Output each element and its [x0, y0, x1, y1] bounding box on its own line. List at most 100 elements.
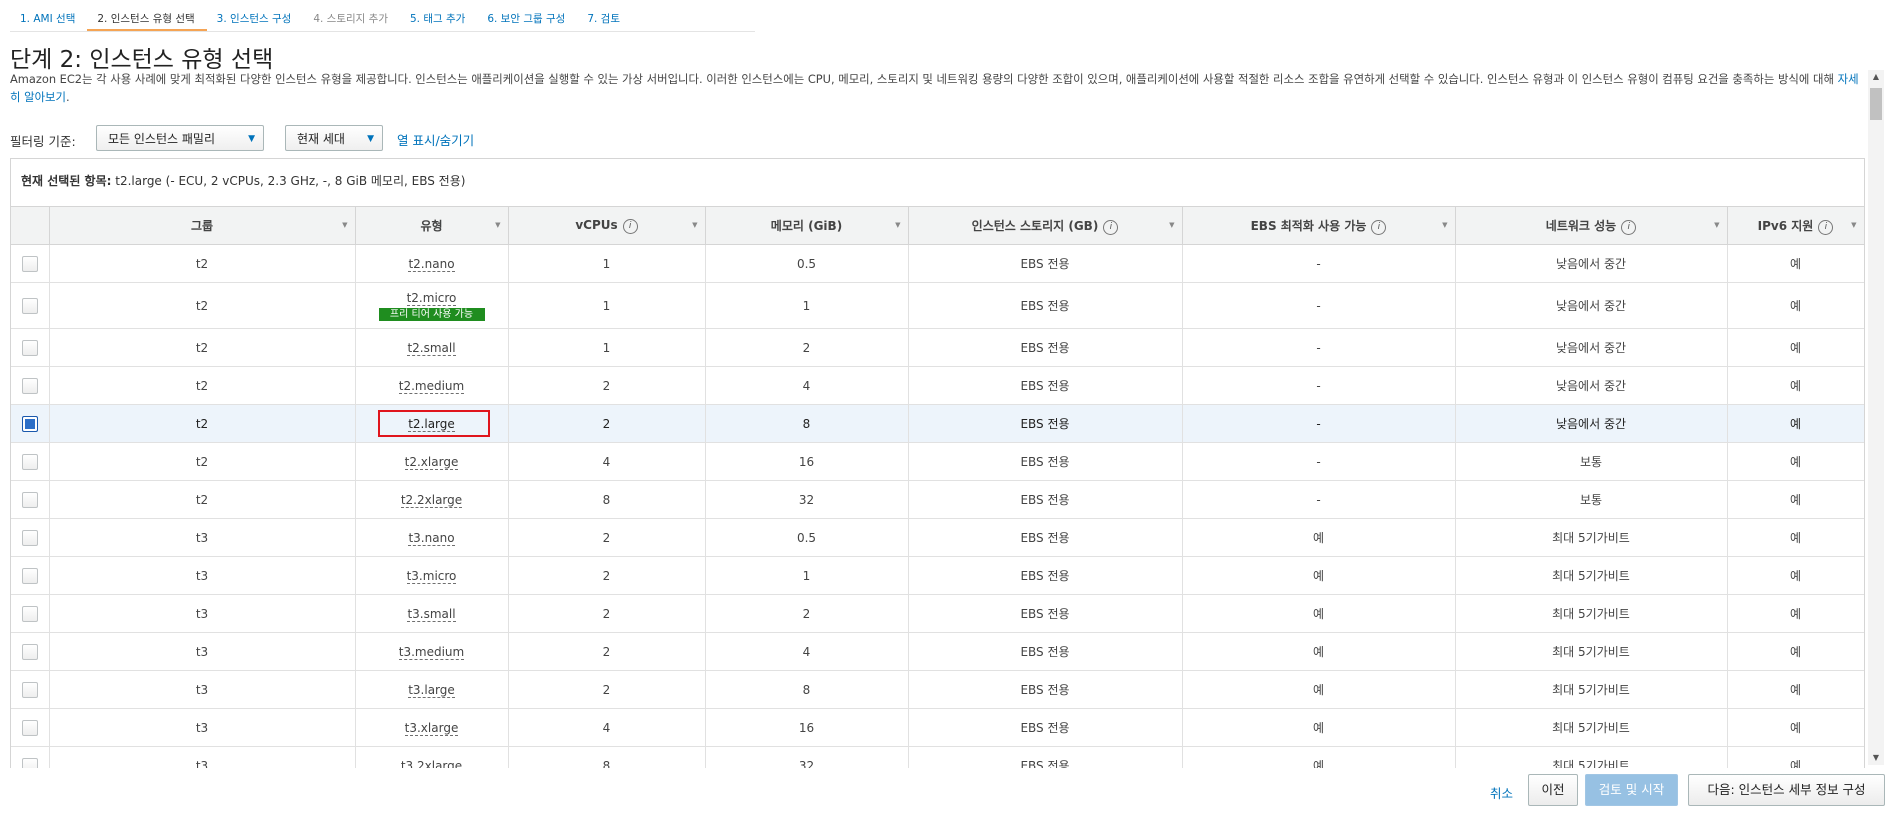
instance-type-name[interactable]: t3.xlarge	[404, 720, 459, 736]
row-checkbox[interactable]	[21, 491, 38, 508]
instance-type-name[interactable]: t2.medium	[398, 378, 465, 394]
cell-group: t3	[49, 632, 356, 671]
cell-type: t3.nano	[355, 518, 509, 557]
table-row[interactable]: t3 t3.nano 2 0.5 EBS 전용 예 최대 5기가비트 예	[11, 518, 1864, 557]
row-checkbox[interactable]	[21, 255, 38, 272]
cancel-link[interactable]: 취소	[1490, 783, 1513, 802]
row-checkbox[interactable]	[21, 415, 38, 432]
cell-ebs: -	[1182, 282, 1456, 329]
page-scrollbar[interactable]: ▲ ▼	[1868, 70, 1884, 765]
table-row[interactable]: t2 t2.medium 2 4 EBS 전용 - 낮음에서 중간 예	[11, 366, 1864, 405]
instance-type-name[interactable]: t2.small	[407, 340, 456, 356]
instance-family-select[interactable]: 모든 인스턴스 패밀리 ▼	[96, 125, 264, 151]
step-add-tags[interactable]: 5. 태그 추가	[400, 8, 477, 32]
column-header-network[interactable]: 네트워크 성능 i ▼	[1455, 207, 1728, 245]
table-row[interactable]: t3 t3.micro 2 1 EBS 전용 예 최대 5기가비트 예	[11, 556, 1864, 595]
row-checkbox[interactable]	[21, 339, 38, 356]
instance-type-name[interactable]: t3.large	[408, 682, 455, 698]
cell-storage: EBS 전용	[908, 480, 1183, 519]
table-row[interactable]: t3 t3.medium 2 4 EBS 전용 예 최대 5기가비트 예	[11, 632, 1864, 671]
cell-vcpus: 1	[508, 244, 706, 283]
table-row[interactable]: t2 t2.nano 1 0.5 EBS 전용 - 낮음에서 중간 예	[11, 244, 1864, 283]
info-icon[interactable]: i	[1818, 219, 1834, 235]
info-icon[interactable]: i	[1371, 219, 1387, 235]
sort-icon[interactable]: ▼	[692, 221, 697, 229]
info-icon[interactable]: i	[622, 218, 638, 234]
column-header-ipv6[interactable]: IPv6 지원 i ▼	[1727, 207, 1864, 245]
step-add-storage[interactable]: 4. 스토리지 추가	[303, 8, 400, 32]
cell-vcpus: 2	[508, 556, 706, 595]
sort-icon[interactable]: ▼	[1169, 221, 1174, 229]
info-icon[interactable]: i	[1621, 219, 1637, 235]
step-security-group[interactable]: 6. 보안 그룹 구성	[477, 8, 577, 32]
table-row[interactable]: t3 t3.small 2 2 EBS 전용 예 최대 5기가비트 예	[11, 594, 1864, 633]
table-row[interactable]: t3 t3.xlarge 4 16 EBS 전용 예 최대 5기가비트 예	[11, 708, 1864, 747]
previous-button[interactable]: 이전	[1528, 774, 1578, 806]
instance-type-name[interactable]: t2.xlarge	[404, 454, 459, 470]
row-checkbox[interactable]	[21, 297, 38, 314]
row-checkbox[interactable]	[21, 681, 38, 698]
column-header-storage[interactable]: 인스턴스 스토리지 (GB) i ▼	[908, 207, 1183, 245]
step-review[interactable]: 7. 검토	[577, 8, 632, 32]
table-row[interactable]: t2 t2.small 1 2 EBS 전용 - 낮음에서 중간 예	[11, 328, 1864, 367]
instance-type-name[interactable]: t3.micro	[406, 568, 457, 584]
cell-ipv6: 예	[1727, 632, 1864, 671]
row-checkbox[interactable]	[21, 757, 38, 768]
current-selection-label: 현재 선택된 항목:	[21, 174, 112, 188]
column-header-type[interactable]: 유형 ▼	[355, 207, 509, 245]
sort-icon[interactable]: ▼	[1714, 221, 1719, 229]
sort-icon[interactable]: ▼	[895, 221, 900, 229]
row-checkbox[interactable]	[21, 719, 38, 736]
sort-icon[interactable]: ▼	[1442, 221, 1447, 229]
instance-type-name[interactable]: t3.medium	[398, 644, 465, 660]
cell-memory: 0.5	[705, 518, 909, 557]
instance-type-name[interactable]: t2.2xlarge	[400, 492, 463, 508]
scrollbar-thumb[interactable]	[1870, 88, 1882, 120]
instance-type-name[interactable]: t3.small	[407, 606, 456, 622]
row-checkbox[interactable]	[21, 377, 38, 394]
row-select-cell	[11, 244, 50, 283]
table-row[interactable]: t2 t2.micro 프리 티어 사용 가능 1 1 EBS 전용 - 낮음에서 중간 예	[11, 282, 1864, 329]
instance-type-name[interactable]: t2.nano	[408, 256, 455, 272]
sort-icon[interactable]: ▼	[495, 221, 500, 229]
cell-memory: 16	[705, 442, 909, 481]
row-checkbox[interactable]	[21, 453, 38, 470]
instance-type-name[interactable]: t3.2xlarge	[400, 758, 463, 768]
sort-icon[interactable]: ▼	[342, 221, 347, 229]
info-icon[interactable]: i	[1103, 219, 1119, 235]
cell-ipv6: 예	[1727, 708, 1864, 747]
column-header-vcpus[interactable]: vCPUs i ▼	[508, 207, 706, 245]
step-ami[interactable]: 1. AMI 선택	[10, 8, 87, 32]
generation-select[interactable]: 현재 세대 ▼	[285, 125, 383, 151]
cell-ebs: 예	[1182, 670, 1456, 709]
table-row[interactable]: t3 t3.large 2 8 EBS 전용 예 최대 5기가비트 예	[11, 670, 1864, 709]
cell-type: t2.2xlarge	[355, 480, 509, 519]
row-checkbox[interactable]	[21, 529, 38, 546]
row-checkbox[interactable]	[21, 643, 38, 660]
row-checkbox[interactable]	[21, 567, 38, 584]
scroll-up-icon[interactable]: ▲	[1868, 70, 1884, 84]
table-row[interactable]: t2 t2.large 2 8 EBS 전용 - 낮음에서 중간 예	[11, 404, 1864, 443]
instance-type-name[interactable]: t2.micro	[406, 290, 457, 306]
sort-icon[interactable]: ▼	[1851, 221, 1856, 229]
column-header-ebs-optimized[interactable]: EBS 최적화 사용 가능 i ▼	[1182, 207, 1456, 245]
cell-ebs: -	[1182, 244, 1456, 283]
step-instance-type[interactable]: 2. 인스턴스 유형 선택	[87, 8, 207, 32]
row-select-cell	[11, 556, 50, 595]
step-configure-instance[interactable]: 3. 인스턴스 구성	[207, 8, 304, 32]
generation-value: 현재 세대	[297, 132, 345, 146]
show-hide-columns-link[interactable]: 열 표시/숨기기	[397, 130, 474, 149]
column-header-group[interactable]: 그룹 ▼	[49, 207, 356, 245]
instance-type-name[interactable]: t3.nano	[408, 530, 455, 546]
table-row[interactable]: t3 t3.2xlarge 8 32 EBS 전용 예 최대 5기가비트 예	[11, 746, 1864, 768]
table-row[interactable]: t2 t2.xlarge 4 16 EBS 전용 - 보통 예	[11, 442, 1864, 481]
cell-vcpus: 1	[508, 328, 706, 367]
next-configure-instance-button[interactable]: 다음: 인스턴스 세부 정보 구성	[1688, 774, 1885, 806]
row-checkbox[interactable]	[21, 605, 38, 622]
scroll-down-icon[interactable]: ▼	[1868, 751, 1884, 765]
description-text: Amazon EC2는 각 사용 사례에 맞게 최적화된 다양한 인스턴스 유형…	[10, 72, 1838, 86]
review-and-launch-button[interactable]: 검토 및 시작	[1585, 774, 1678, 806]
cell-storage: EBS 전용	[908, 746, 1183, 768]
column-header-memory[interactable]: 메모리 (GiB) ▼	[705, 207, 909, 245]
table-row[interactable]: t2 t2.2xlarge 8 32 EBS 전용 - 보통 예	[11, 480, 1864, 519]
